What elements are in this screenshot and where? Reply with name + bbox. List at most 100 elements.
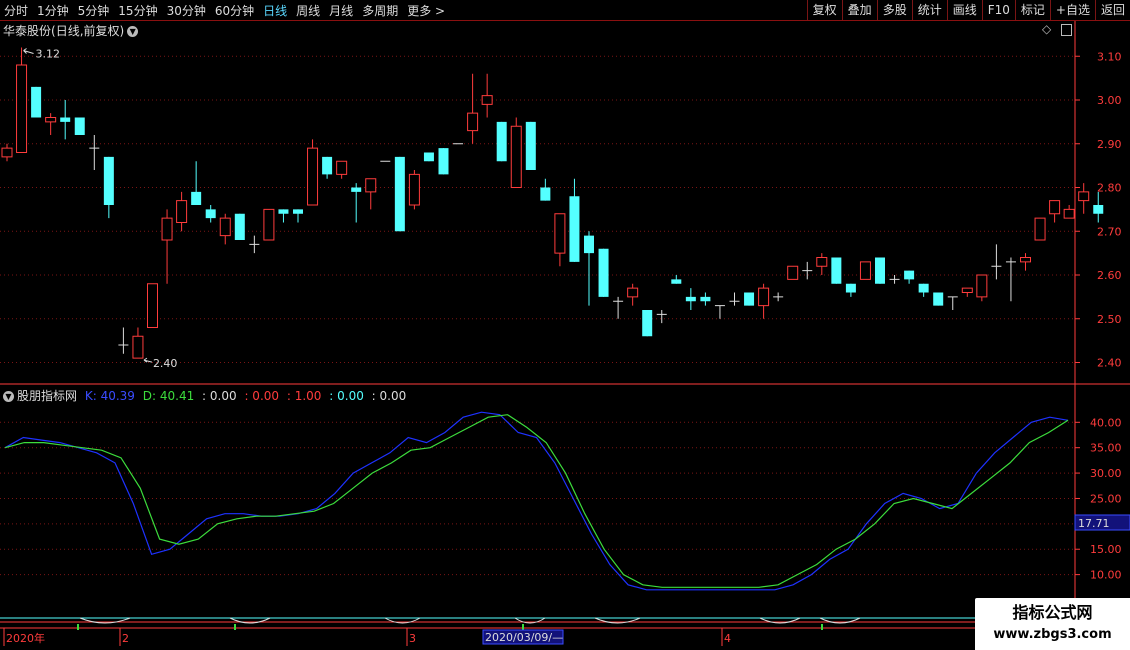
x-label-apr: 4: [724, 632, 731, 645]
period-tab-8[interactable]: 月线: [329, 2, 353, 19]
candle-body: [642, 310, 653, 337]
x-label-mar: 3: [409, 632, 416, 645]
function-button-8[interactable]: 返回: [1094, 0, 1130, 20]
period-tab-9[interactable]: 多周期: [362, 2, 398, 19]
period-tab-3[interactable]: 15分钟: [118, 2, 157, 19]
candle-body: [365, 178, 377, 193]
candle-body: [1034, 217, 1046, 241]
kd-tick-label: 25.00: [1090, 492, 1122, 505]
panel-controls: ◇: [1042, 22, 1073, 36]
candle-body: [293, 209, 303, 214]
stock-chart[interactable]: 2.40 2.50 2.60 2.70 2.80 2.90 3.00 3.10 3.12 2.40…: [0, 0, 1130, 650]
crosshair-value: 17.71: [1078, 517, 1110, 530]
function-button-2[interactable]: 多股: [876, 0, 912, 20]
candle-body: [540, 187, 551, 201]
period-toolbar: 分时 1分钟 5分钟 15分钟 30分钟 60分钟 日线 周线 月线 多周期 更多 > 复权 叠加 多股…: [0, 0, 1130, 21]
candle-body: [16, 64, 28, 153]
candle-body: [933, 292, 944, 306]
candle-body: [816, 257, 828, 267]
candle-body: [787, 265, 799, 280]
candle-body: [147, 283, 158, 328]
candle-body: [74, 117, 85, 135]
candle-body: [875, 257, 885, 284]
candle-body: [569, 196, 580, 262]
watermark-title: 指标公式网: [1012, 603, 1093, 622]
stock-name: 华泰股份: [3, 24, 52, 38]
candle-body: [1093, 205, 1104, 214]
candle-body: [438, 148, 449, 175]
kd-tick-label: 10.00: [1090, 569, 1122, 582]
kd-line-d: [4, 414, 1069, 588]
period-tab-5[interactable]: 60分钟: [215, 2, 254, 19]
candle-body: [45, 117, 57, 123]
candle-body: [336, 160, 348, 175]
period-tabs: 分时 1分钟 5分钟 15分钟 30分钟 60分钟 日线 周线 月线 多周期 更多 >: [4, 0, 454, 20]
chevron-down-icon[interactable]: ▼: [127, 26, 139, 37]
low-label: 2.40: [153, 357, 178, 370]
d-value: D: 40.41: [142, 389, 195, 403]
candle-body: [394, 156, 405, 232]
candle-body: [322, 156, 333, 175]
function-button-7[interactable]: +自选: [1049, 0, 1095, 20]
candle-body: [859, 261, 871, 280]
candle-body: [976, 274, 988, 298]
candle-body: [205, 209, 216, 219]
candle-body: [496, 121, 507, 162]
value-cyan: : 0.00: [329, 389, 364, 403]
chevron-down-icon[interactable]: ▼: [3, 391, 14, 402]
candle-body: [627, 287, 639, 298]
period-tab-0[interactable]: 分时: [4, 2, 28, 19]
period-tab-10[interactable]: 更多 >: [407, 2, 445, 19]
candle-body: [219, 217, 231, 237]
candle-body: [904, 270, 915, 280]
candle-body: [263, 208, 275, 241]
candle-body: [598, 248, 609, 297]
high-arrow: [23, 48, 34, 54]
kd-tick-label: 30.00: [1090, 467, 1122, 480]
price-tick-label: 3.00: [1097, 94, 1122, 107]
period-tab-6[interactable]: 日线: [263, 2, 287, 19]
function-button-0[interactable]: 复权: [806, 0, 842, 20]
function-button-1[interactable]: 叠加: [841, 0, 877, 20]
function-button-3[interactable]: 统计: [911, 0, 947, 20]
candle-body: [307, 147, 319, 206]
candle-body: [103, 156, 114, 205]
watermark-url: www.zbgs3.com: [993, 627, 1112, 642]
price-tick-label: 2.90: [1097, 138, 1122, 151]
candle-body: [191, 191, 202, 205]
value-white: : 0.00: [202, 389, 237, 403]
candle-body: [423, 152, 434, 162]
candle-body: [132, 335, 144, 359]
price-tick-label: 3.10: [1097, 50, 1122, 63]
candle-body: [671, 279, 682, 284]
period-type: (日线,前复权): [51, 24, 125, 38]
candle-body: [831, 257, 842, 284]
indicator-name: 股朋指标网: [17, 389, 78, 403]
period-tab-4[interactable]: 30分钟: [167, 2, 206, 19]
candle-body: [554, 213, 566, 254]
function-button-4[interactable]: 画线: [946, 0, 982, 20]
candle-body: [176, 200, 188, 223]
value-red-1: : 0.00: [244, 389, 280, 403]
watermark: 指标公式网 www.zbgs3.com: [975, 598, 1130, 650]
candle-body: [31, 86, 42, 118]
candle-body: [1020, 257, 1031, 263]
panel-toggle-icon[interactable]: [1061, 23, 1073, 36]
value-white-2: : 0.00: [371, 389, 407, 403]
candle-body: [467, 112, 479, 132]
function-buttons: 复权 叠加 多股 统计 画线 F10 标记 +自选 返回: [806, 0, 1130, 20]
price-tick-label: 2.60: [1097, 269, 1122, 282]
function-button-5[interactable]: F10: [981, 0, 1015, 20]
candle-body: [1063, 208, 1075, 219]
period-tab-7[interactable]: 周线: [296, 2, 320, 19]
indicator-header: ▼ 股朋指标网 K: 40.39 D: 40.41 : 0.00 : 0.00 :…: [3, 387, 406, 404]
candle-body: [161, 217, 173, 241]
function-button-6[interactable]: 标记: [1014, 0, 1050, 20]
price-tick-label: 2.40: [1097, 357, 1122, 370]
kd-tick-label: 35.00: [1090, 442, 1122, 455]
diamond-icon[interactable]: ◇: [1042, 22, 1051, 36]
price-tick-label: 2.50: [1097, 313, 1122, 326]
period-tab-1[interactable]: 1分钟: [37, 2, 69, 19]
period-tab-2[interactable]: 5分钟: [78, 2, 110, 19]
date-readout: 2020/03/09/—: [485, 631, 563, 644]
